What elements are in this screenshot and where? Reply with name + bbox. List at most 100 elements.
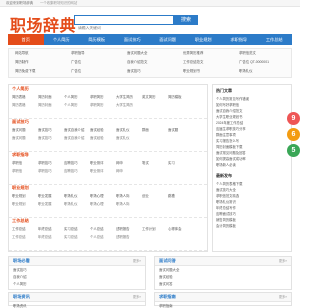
quick-link[interactable]: 广告位 QT-0000001 — [239, 60, 269, 65]
category-link[interactable]: 创业 — [142, 194, 149, 199]
category-link[interactable]: 跳槽 — [168, 194, 175, 199]
hot-article-link[interactable]: 如何提高面试成功率 — [216, 156, 246, 161]
category-link[interactable]: 职业发展 — [38, 194, 52, 199]
category-link[interactable]: 职业规划 — [12, 194, 26, 199]
quick-link[interactable]: 自我介绍范文 — [127, 60, 147, 65]
category-link[interactable]: 职场礼仪 — [64, 194, 78, 199]
quick-link[interactable]: 简历免费下载 — [15, 69, 35, 74]
category-link[interactable]: 应聘技巧 — [64, 169, 78, 174]
hot-article-link[interactable]: 面试常见问题及回答 — [216, 150, 246, 155]
category-link[interactable]: 笔试 — [142, 161, 149, 166]
category-link[interactable]: 求职简历 — [90, 95, 104, 100]
category-link[interactable]: 简历表格 — [12, 103, 26, 108]
panel-link[interactable]: 个人简历 — [13, 281, 27, 286]
float-badge-3[interactable]: 5 — [287, 144, 300, 157]
category-title[interactable]: 工作总结 — [12, 218, 29, 224]
latest-article-link[interactable]: 会计简历模板 — [216, 223, 236, 228]
nav-item[interactable]: 求职指导 — [221, 34, 257, 45]
hot-article-link[interactable]: 实习报告怎么写 — [216, 138, 239, 143]
quick-link[interactable]: 广告位 — [71, 60, 81, 65]
hot-article-link[interactable]: 群面注意事项 — [216, 132, 236, 137]
quick-link[interactable]: 求职信范文 — [239, 51, 256, 56]
nav-item[interactable]: 面试问题 — [150, 34, 186, 45]
category-link[interactable]: 应聘技巧 — [64, 161, 78, 166]
category-title[interactable]: 面试技巧 — [12, 119, 29, 125]
category-link[interactable]: 面试自我介绍 — [64, 136, 84, 141]
category-link[interactable]: 网申 — [116, 169, 123, 174]
category-link[interactable]: 年终总结 — [38, 227, 52, 232]
category-link[interactable]: 面试经验 — [90, 128, 104, 133]
quick-link[interactable]: 面试技巧 — [127, 69, 141, 74]
panel-link[interactable]: 求职指南 — [159, 303, 173, 308]
category-link[interactable]: 个人简历 — [64, 95, 78, 100]
category-link[interactable]: 实习总结 — [64, 227, 78, 232]
panel-link[interactable]: 面试问答 — [159, 281, 173, 286]
search-input[interactable] — [78, 24, 172, 32]
site-logo[interactable]: 职场辞典 — [10, 12, 76, 36]
category-link[interactable]: 面试技巧 — [38, 128, 52, 133]
category-title[interactable]: 职业规划 — [12, 185, 29, 191]
quick-link[interactable]: 广告位 — [71, 69, 81, 74]
category-link[interactable]: 大学生简历 — [116, 95, 133, 100]
category-link[interactable]: 面试技巧 — [38, 136, 52, 141]
category-link[interactable]: 年终总结 — [38, 235, 52, 240]
nav-item[interactable]: 职业规划 — [186, 34, 222, 45]
float-badge-1[interactable]: 9 — [287, 112, 300, 125]
latest-article-link[interactable]: 面试技巧大全 — [216, 187, 236, 192]
category-link[interactable]: 职场心理 — [90, 202, 104, 207]
latest-article-link[interactable]: 销售简历模板 — [216, 217, 236, 222]
panel-title[interactable]: 职场必看 — [13, 257, 30, 265]
category-link[interactable]: 面试礼仪 — [116, 128, 130, 133]
latest-article-link[interactable]: 应聘面试技巧 — [216, 211, 236, 216]
hot-article-link[interactable]: 个人简历常见写作错误 — [216, 96, 249, 101]
category-link[interactable]: 网申 — [116, 161, 123, 166]
quick-link[interactable]: 简历制作 — [15, 60, 29, 65]
category-link[interactable]: 职业测评 — [90, 169, 104, 174]
category-link[interactable]: 面试自我介绍 — [64, 128, 84, 133]
float-badge-2[interactable]: 6 — [287, 128, 300, 141]
more-link[interactable]: 更多» — [133, 257, 141, 265]
category-link[interactable]: 面试问题 — [12, 136, 26, 141]
category-title[interactable]: 求职指导 — [12, 152, 29, 158]
category-link[interactable]: 职场人际 — [116, 194, 130, 199]
hot-article-link[interactable]: 职场新人必读 — [216, 162, 236, 167]
category-link[interactable]: 面试问题 — [12, 128, 26, 133]
category-link[interactable]: 工作总结 — [12, 227, 26, 232]
latest-article-link[interactable]: 年终总结写作 — [216, 205, 236, 210]
category-link[interactable]: 述职报告 — [116, 235, 130, 240]
category-link[interactable]: 述职报告 — [116, 227, 130, 232]
panel-link[interactable]: 面试技巧 — [13, 267, 27, 272]
category-link[interactable]: 英文简历 — [142, 95, 156, 100]
category-link[interactable]: 求职技巧 — [38, 169, 52, 174]
category-link[interactable]: 职业测评 — [90, 161, 104, 166]
quick-link[interactable]: 工作总结范文 — [183, 60, 203, 65]
quick-link[interactable]: 面试问题大全 — [127, 51, 147, 56]
category-link[interactable]: 群面 — [142, 128, 149, 133]
category-link[interactable]: 大学生简历 — [116, 103, 133, 108]
category-link[interactable]: 简历封面 — [38, 95, 52, 100]
panel-link[interactable]: 职场资讯 — [13, 303, 27, 308]
quick-link[interactable]: 职业规划书 — [183, 69, 200, 74]
search-button[interactable]: 搜索 — [174, 15, 198, 25]
category-link[interactable]: 求职技巧 — [38, 161, 52, 166]
more-link[interactable]: 更多» — [279, 257, 287, 265]
nav-item[interactable]: 首页 — [8, 34, 44, 45]
latest-article-link[interactable]: 个人简历表格下载 — [216, 181, 242, 186]
nav-item[interactable]: 面试技巧 — [115, 34, 151, 45]
category-link[interactable]: 求职信 — [12, 161, 22, 166]
hot-article-link[interactable]: 如何写好求职信 — [216, 102, 239, 107]
category-link[interactable]: 个人总结 — [90, 227, 104, 232]
category-link[interactable]: 职场心理 — [90, 194, 104, 199]
category-link[interactable]: 工作计划 — [142, 227, 156, 232]
hot-article-link[interactable]: 大学生职业规划书 — [216, 114, 242, 119]
category-link[interactable]: 求职简历 — [90, 103, 104, 108]
category-link[interactable]: 个人简历 — [64, 103, 78, 108]
nav-item[interactable]: 简历模板 — [79, 34, 115, 45]
nav-item[interactable]: 工作总结 — [257, 34, 293, 45]
hot-article-link[interactable]: 应届生求职技巧分享 — [216, 126, 246, 131]
quick-link[interactable]: 求职指导 — [71, 51, 85, 56]
nav-item[interactable]: 个人简历 — [44, 34, 80, 45]
category-link[interactable]: 面试礼仪 — [116, 136, 130, 141]
category-link[interactable]: 求职信 — [12, 169, 22, 174]
panel-link[interactable]: 面试问题大全 — [159, 267, 179, 272]
